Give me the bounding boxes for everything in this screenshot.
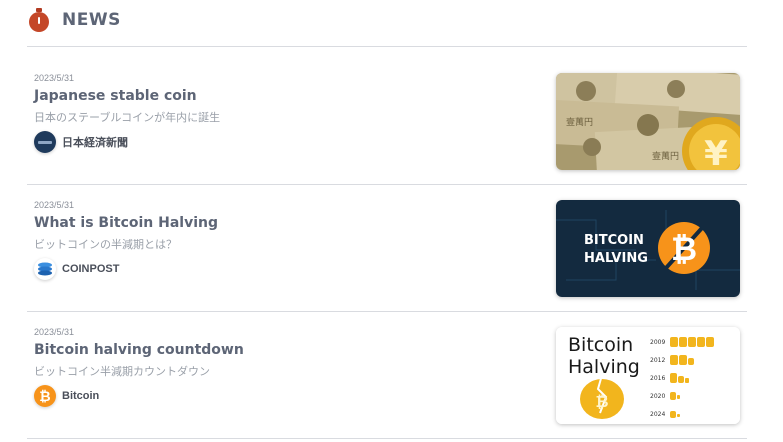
nikkei-logo-icon bbox=[34, 131, 56, 153]
svg-text:壹萬円: 壹萬円 bbox=[652, 150, 679, 162]
year-label: 2016 bbox=[650, 375, 665, 382]
article-date: 2023/5/31 bbox=[34, 327, 75, 337]
thumbnail-text: Bitcoin bbox=[568, 334, 633, 356]
article-subtitle: ビットコイン半減期カウントダウン bbox=[34, 366, 210, 378]
article-subtitle: 日本のステーブルコインが年内に誕生 bbox=[34, 112, 221, 124]
bitcoin-logo-icon: ₿ bbox=[34, 385, 56, 407]
source-name: 日本経済新聞 bbox=[62, 137, 128, 149]
source-name: Bitcoin bbox=[62, 390, 100, 402]
svg-text:壹萬円: 壹萬円 bbox=[566, 116, 593, 128]
source-name: COINPOST bbox=[62, 263, 120, 275]
thumbnail-text: HALVING bbox=[584, 251, 648, 266]
year-label: 2024 bbox=[650, 411, 665, 418]
news-header: NEWS bbox=[28, 6, 121, 34]
year-label: 2020 bbox=[650, 393, 665, 400]
svg-text:¥: ¥ bbox=[704, 134, 728, 170]
year-label: 2012 bbox=[650, 357, 665, 364]
stopwatch-icon bbox=[28, 8, 50, 32]
divider bbox=[27, 311, 747, 312]
divider bbox=[27, 46, 747, 47]
article-source: ₿ Bitcoin bbox=[34, 385, 99, 407]
article-thumbnail[interactable]: Bitcoin Halving ₿ 2009 2012 2016 2020 20… bbox=[556, 327, 740, 424]
article-source: COINPOST bbox=[34, 258, 119, 280]
divider bbox=[27, 438, 747, 439]
article-thumbnail[interactable]: 壹萬円 壹萬円 ¥ bbox=[556, 73, 740, 170]
article-source: 日本経済新聞 bbox=[34, 131, 128, 153]
article-subtitle: ビットコインの半減期とは？ bbox=[34, 239, 177, 251]
article-thumbnail[interactable]: BITCOIN HALVING ₿ bbox=[556, 200, 740, 297]
article-date: 2023/5/31 bbox=[34, 200, 75, 210]
news-item[interactable]: 2023/5/31 Japanese stable coin 日本のステーブルコ… bbox=[27, 65, 747, 177]
news-item[interactable]: 2023/5/31 Bitcoin halving countdown ビットコ… bbox=[27, 319, 747, 431]
article-title[interactable]: What is Bitcoin Halving bbox=[34, 215, 218, 231]
article-title[interactable]: Japanese stable coin bbox=[34, 88, 197, 104]
divider bbox=[27, 184, 747, 185]
article-date: 2023/5/31 bbox=[34, 73, 75, 83]
year-label: 2009 bbox=[650, 339, 665, 346]
thumbnail-text: Halving bbox=[568, 356, 640, 378]
svg-text:₿: ₿ bbox=[671, 230, 697, 268]
svg-text:₿: ₿ bbox=[595, 392, 608, 411]
section-title: NEWS bbox=[62, 10, 121, 30]
thumbnail-text: BITCOIN bbox=[584, 233, 644, 248]
article-title[interactable]: Bitcoin halving countdown bbox=[34, 342, 244, 358]
coinpost-logo-icon bbox=[34, 258, 56, 280]
news-item[interactable]: 2023/5/31 What is Bitcoin Halving ビットコイン… bbox=[27, 192, 747, 304]
